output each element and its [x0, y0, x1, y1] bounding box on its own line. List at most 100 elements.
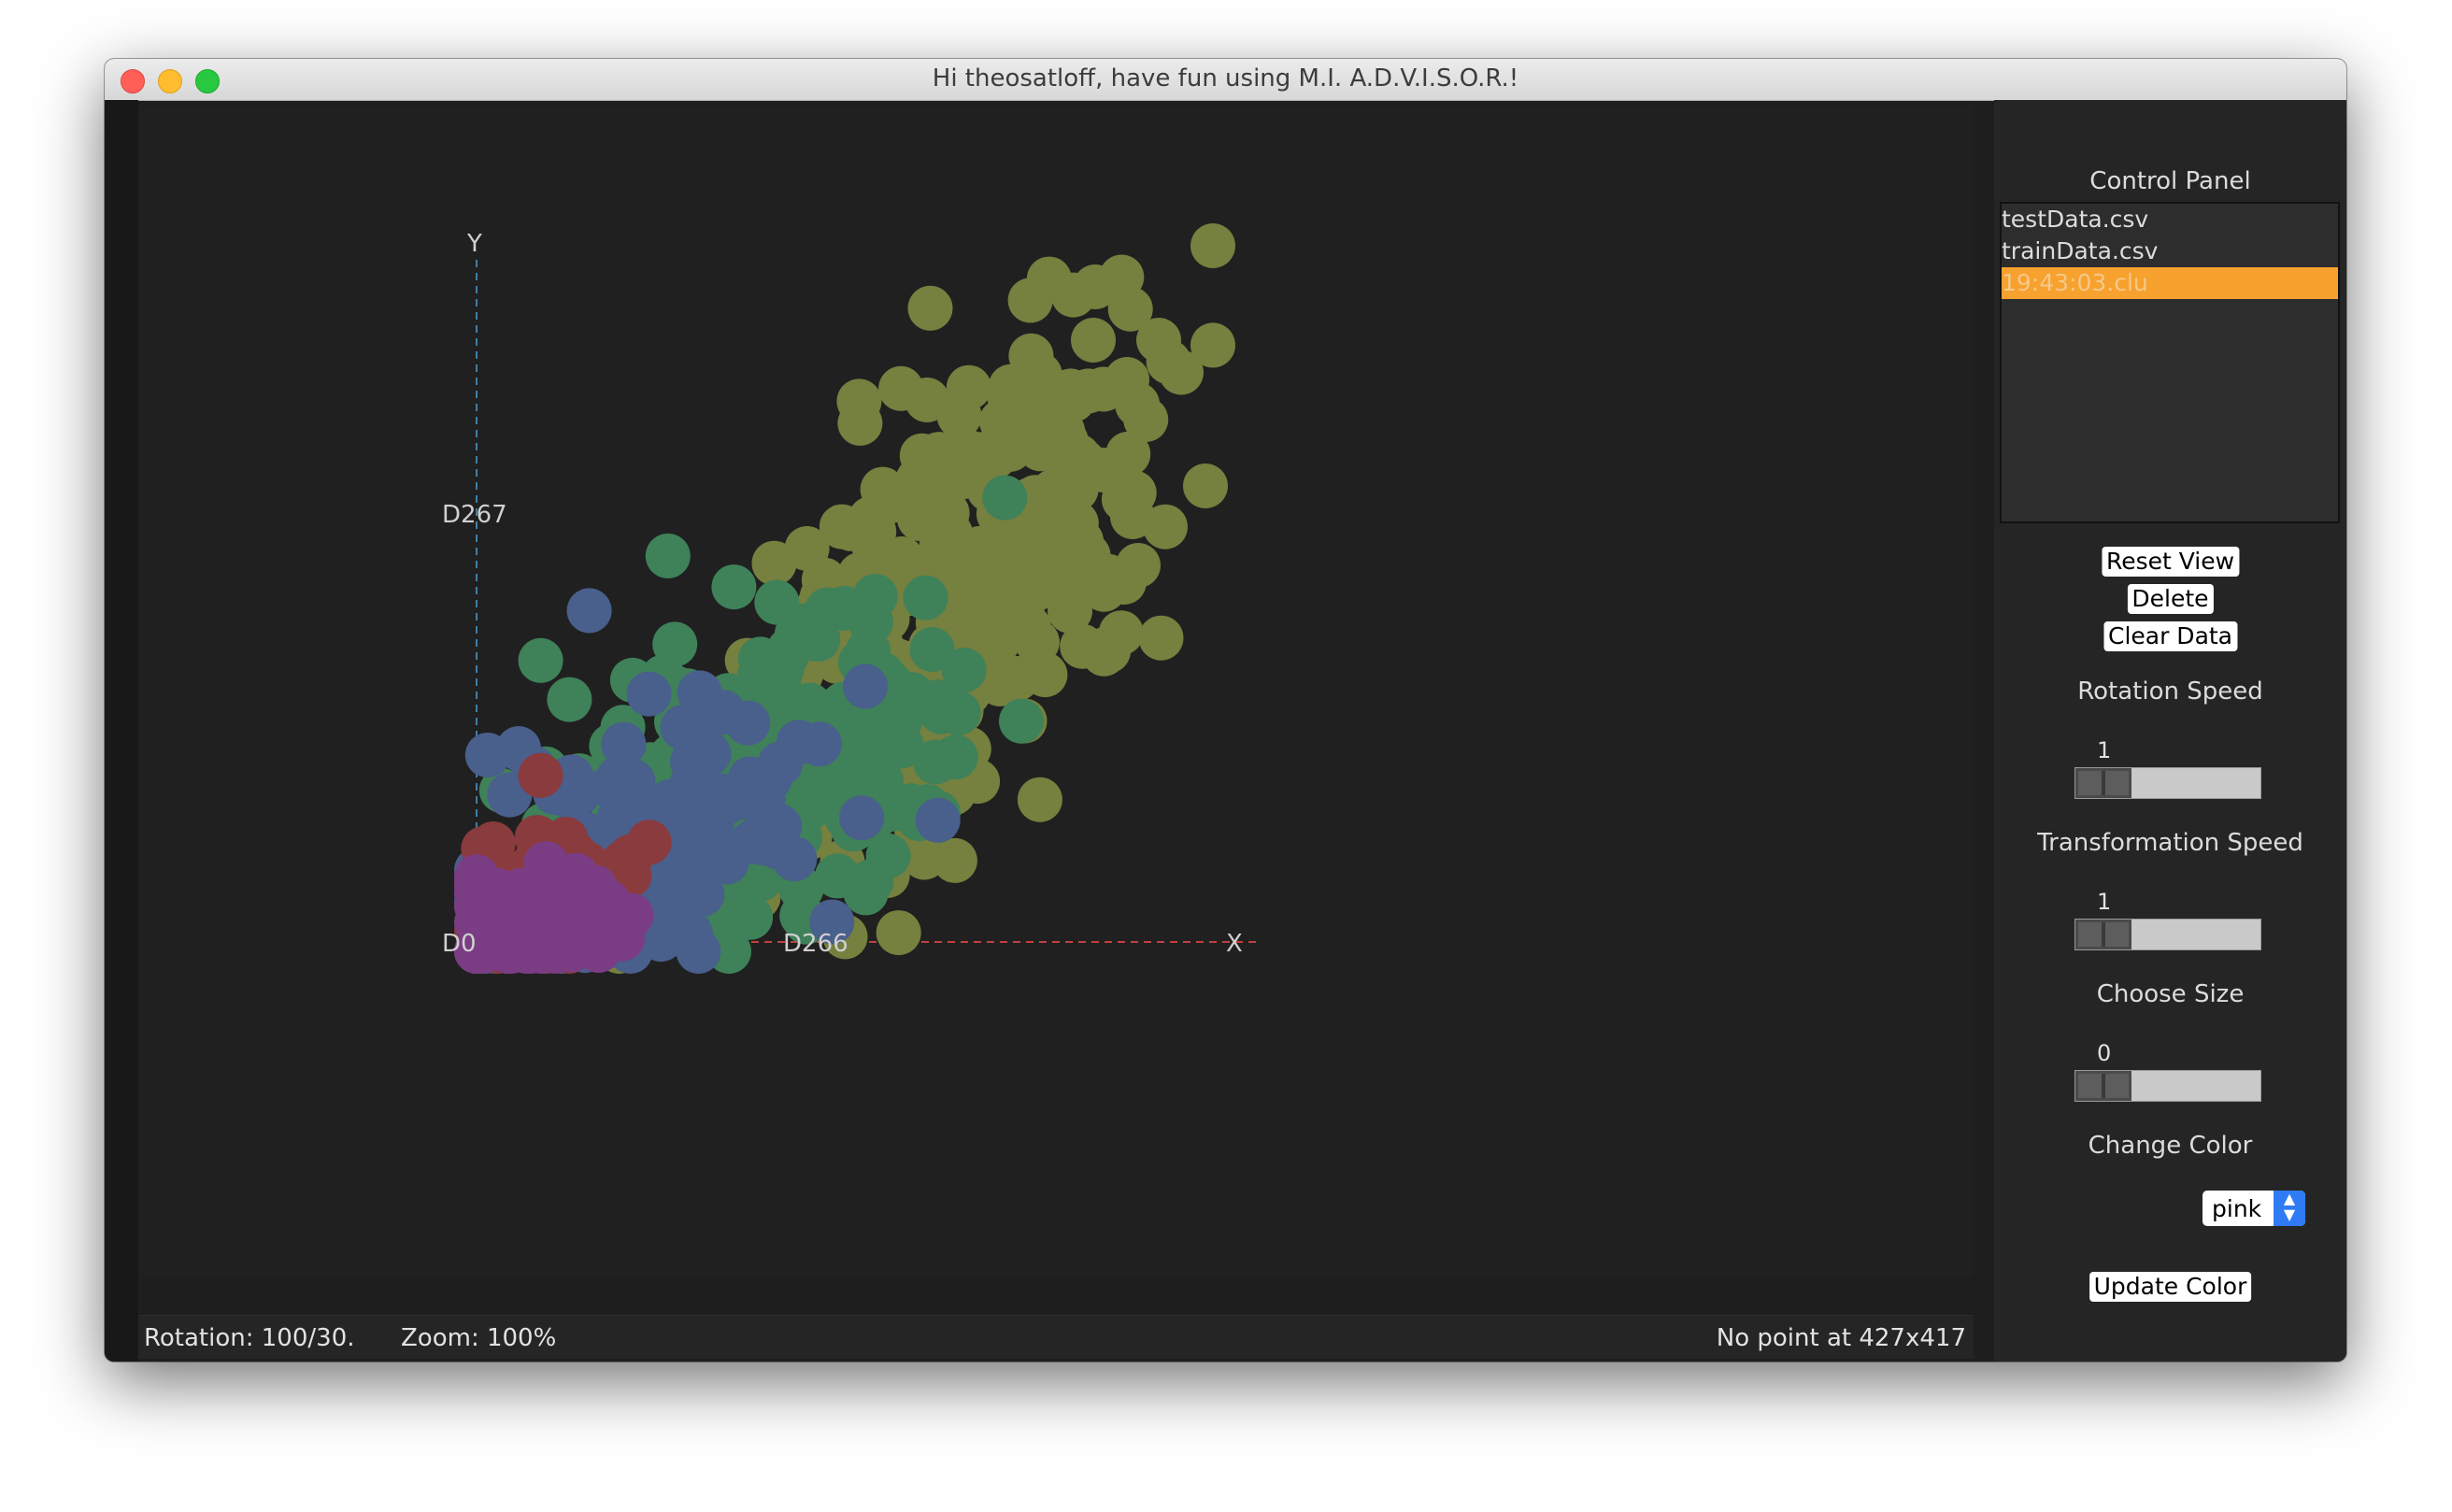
scatter-plot-3d[interactable]: Y X D267 D266 D0: [138, 106, 1974, 1277]
data-point-olive[interactable]: [1046, 457, 1091, 502]
data-point-olive[interactable]: [1071, 318, 1116, 363]
data-point-blue[interactable]: [796, 721, 842, 767]
data-point-olive[interactable]: [899, 433, 945, 478]
data-point-green[interactable]: [736, 654, 782, 700]
file-item-train[interactable]: trainData.csv: [2002, 235, 2338, 267]
y-dimension-label: D267: [442, 501, 507, 529]
color-select-value: pink: [2212, 1195, 2262, 1222]
data-point-green[interactable]: [852, 574, 898, 619]
data-point-blue[interactable]: [601, 721, 647, 767]
data-point-purple[interactable]: [524, 866, 570, 912]
data-point-olive[interactable]: [1183, 464, 1228, 508]
x-dimension-label: D266: [783, 930, 848, 958]
rotation-status: Rotation: 100/30.: [144, 1324, 355, 1352]
change-color-label: Change Color: [2088, 1132, 2253, 1160]
choose-size-value: 0: [2097, 1040, 2112, 1066]
data-point-olive[interactable]: [1059, 519, 1104, 564]
data-point-olive[interactable]: [1116, 543, 1161, 588]
rotation-speed-value: 1: [2097, 737, 2112, 763]
data-point-green[interactable]: [881, 670, 927, 716]
data-point-olive[interactable]: [1026, 256, 1072, 302]
data-point-green[interactable]: [909, 627, 955, 672]
data-point-green[interactable]: [999, 698, 1044, 744]
data-point-olive[interactable]: [907, 285, 953, 331]
update-color-button[interactable]: Update Color: [2088, 1272, 2252, 1302]
slider-handle[interactable]: [2075, 920, 2131, 949]
data-point-green[interactable]: [547, 677, 592, 722]
y-axis-end-label: Y: [466, 230, 482, 258]
transformation-speed-value: 1: [2097, 889, 2112, 915]
delete-button[interactable]: Delete: [2127, 584, 2214, 614]
data-point-blue[interactable]: [915, 797, 961, 843]
transformation-speed-slider[interactable]: [2074, 919, 2261, 950]
data-point-green[interactable]: [935, 691, 981, 735]
choose-size-label: Choose Size: [2096, 980, 2245, 1008]
data-point-blue[interactable]: [722, 775, 768, 820]
data-point-green[interactable]: [851, 755, 896, 800]
data-point-olive[interactable]: [1110, 494, 1155, 539]
data-point-blue[interactable]: [687, 693, 733, 739]
data-point-olive[interactable]: [852, 526, 897, 571]
data-point-olive[interactable]: [1017, 777, 1062, 822]
data-point-olive[interactable]: [946, 364, 991, 410]
data-point-blue[interactable]: [677, 793, 723, 839]
data-point-red[interactable]: [518, 752, 563, 798]
data-point-olive[interactable]: [1091, 448, 1136, 492]
data-point-olive[interactable]: [836, 378, 882, 424]
data-point-green[interactable]: [518, 637, 563, 683]
data-point-purple[interactable]: [550, 916, 596, 962]
choose-size-slider[interactable]: [2074, 1070, 2261, 1102]
file-list[interactable]: testData.csv trainData.csv 19:43:03.clu: [2000, 202, 2340, 523]
data-point-olive[interactable]: [1021, 361, 1067, 407]
file-item-clu-selected[interactable]: 19:43:03.clu: [2002, 267, 2338, 299]
title-bar: Hi theosatloff, have fun using M.I. A.D.…: [105, 59, 2346, 101]
slider-handle[interactable]: [2075, 768, 2131, 798]
status-bar: Rotation: 100/30. Zoom: 100% No point at…: [138, 1315, 1974, 1359]
clear-data-button[interactable]: Clear Data: [2103, 621, 2238, 651]
file-item-test[interactable]: testData.csv: [2002, 204, 2338, 235]
reset-view-button[interactable]: Reset View: [2101, 547, 2240, 577]
rotation-speed-label: Rotation Speed: [2077, 678, 2263, 706]
data-point-blue[interactable]: [589, 764, 634, 809]
x-axis-end-label: X: [1226, 930, 1243, 958]
data-point-blue[interactable]: [839, 795, 885, 841]
app-window: Hi theosatloff, have fun using M.I. A.D.…: [105, 59, 2346, 1362]
plot-viewport[interactable]: Y X D267 D266 D0: [138, 106, 1974, 1277]
data-point-blue[interactable]: [626, 671, 672, 717]
data-point-olive[interactable]: [1044, 566, 1090, 612]
data-point-olive[interactable]: [1081, 631, 1127, 677]
chevron-updown-icon: ▲ ▼: [2274, 1191, 2305, 1226]
window-title: Hi theosatloff, have fun using M.I. A.D.…: [932, 64, 1519, 93]
left-edge: [105, 100, 138, 1362]
slider-handle[interactable]: [2075, 1071, 2131, 1101]
data-point-olive[interactable]: [867, 478, 913, 524]
data-point-green[interactable]: [711, 564, 757, 610]
control-panel: Control Panel testData.csv trainData.csv…: [1994, 100, 2346, 1362]
data-point-green[interactable]: [982, 475, 1028, 521]
zoom-status: Zoom: 100%: [401, 1324, 557, 1352]
data-point-olive[interactable]: [1138, 615, 1184, 661]
data-point-olive[interactable]: [1190, 223, 1235, 268]
data-point-green[interactable]: [865, 833, 911, 878]
data-point-green[interactable]: [645, 533, 691, 578]
data-point-blue[interactable]: [772, 836, 818, 882]
color-select[interactable]: pink ▲ ▼: [2203, 1191, 2305, 1226]
data-point-blue[interactable]: [670, 739, 716, 784]
data-point-blue[interactable]: [843, 663, 889, 709]
control-panel-title: Control Panel: [2089, 167, 2251, 195]
data-point-olive[interactable]: [981, 547, 1027, 592]
data-point-blue[interactable]: [566, 588, 612, 634]
data-point-olive[interactable]: [1073, 264, 1118, 309]
data-point-olive[interactable]: [932, 837, 977, 883]
data-point-olive[interactable]: [878, 365, 924, 411]
data-point-olive[interactable]: [876, 910, 921, 956]
data-point-olive[interactable]: [1136, 318, 1181, 363]
data-point-green[interactable]: [903, 575, 948, 620]
point-info-status: No point at 427x417: [1716, 1324, 1966, 1352]
data-point-olive[interactable]: [968, 429, 1014, 475]
transformation-speed-label: Transformation Speed: [2037, 829, 2303, 857]
data-point-olive[interactable]: [1190, 322, 1235, 368]
origin-label: D0: [442, 930, 477, 958]
rotation-speed-slider[interactable]: [2074, 767, 2261, 799]
data-point-olive[interactable]: [1105, 357, 1149, 402]
